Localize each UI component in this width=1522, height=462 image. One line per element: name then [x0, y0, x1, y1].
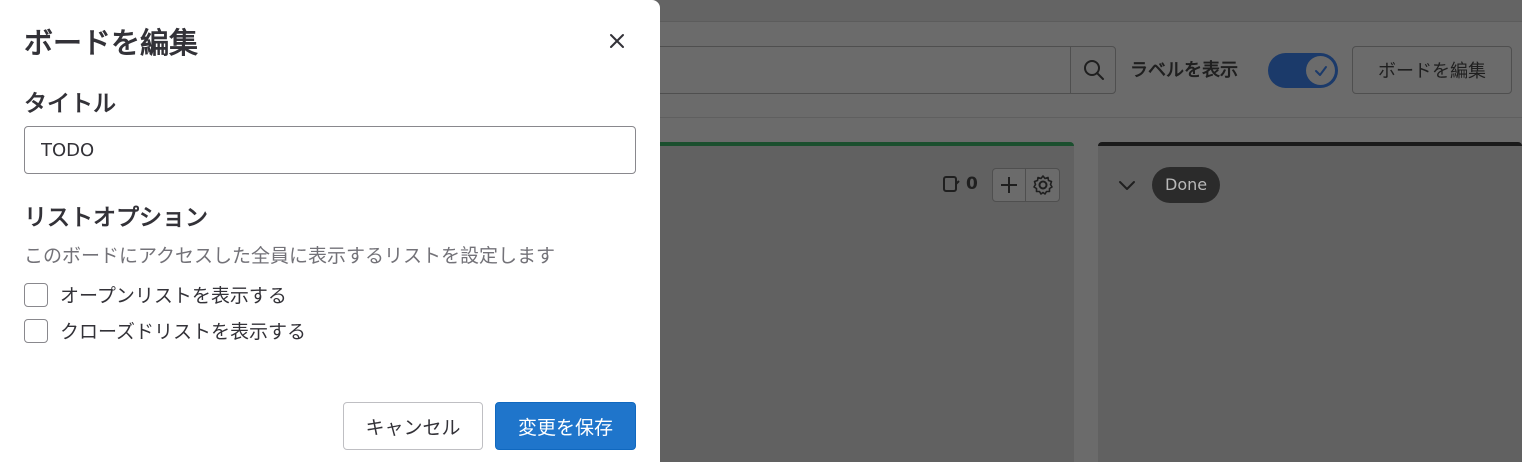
- save-changes-button[interactable]: 変更を保存: [495, 402, 636, 450]
- show-open-list-checkbox[interactable]: [24, 282, 48, 307]
- search-button[interactable]: [1070, 46, 1116, 94]
- gear-icon: [1032, 175, 1053, 195]
- title-field-label: タイトル: [24, 91, 116, 117]
- show-closed-list-label: クローズドリストを表示する: [60, 321, 307, 343]
- show-closed-list-option[interactable]: クローズドリストを表示する: [24, 317, 306, 344]
- chevron-down-icon: [1119, 181, 1135, 190]
- modal-title: ボードを編集: [24, 26, 199, 60]
- search-input[interactable]: [640, 46, 1116, 94]
- list-options-heading: リストオプション: [24, 205, 208, 231]
- add-issue-button[interactable]: [992, 168, 1026, 202]
- plus-icon: [1001, 177, 1017, 193]
- show-labels-text: ラベルを表示: [1130, 60, 1238, 81]
- show-labels-toggle[interactable]: [1268, 53, 1338, 88]
- list-options-description: このボードにアクセスした全員に表示するリストを設定します: [24, 245, 556, 267]
- show-closed-list-checkbox[interactable]: [24, 318, 48, 343]
- close-button[interactable]: [600, 24, 634, 58]
- list-settings-button[interactable]: [1026, 168, 1060, 202]
- toggle-knob: [1306, 56, 1335, 85]
- issue-count: 0: [942, 174, 978, 194]
- close-icon: [610, 34, 624, 48]
- show-open-list-option[interactable]: オープンリストを表示する: [24, 281, 287, 308]
- edit-board-button[interactable]: ボードを編集: [1352, 46, 1512, 94]
- edit-board-modal: ボードを編集 タイトル リストオプション このボードにアクセスした全員に表示する…: [0, 0, 660, 462]
- check-icon: [1314, 65, 1327, 76]
- done-badge: Done: [1152, 167, 1221, 203]
- show-open-list-label: オープンリストを表示する: [60, 285, 287, 307]
- title-input[interactable]: [24, 126, 636, 174]
- issue-count-value: 0: [966, 174, 978, 194]
- collapse-list-button[interactable]: [1116, 174, 1138, 200]
- search-icon: [1083, 60, 1104, 80]
- cancel-button[interactable]: キャンセル: [343, 402, 483, 450]
- issues-icon: [943, 176, 960, 192]
